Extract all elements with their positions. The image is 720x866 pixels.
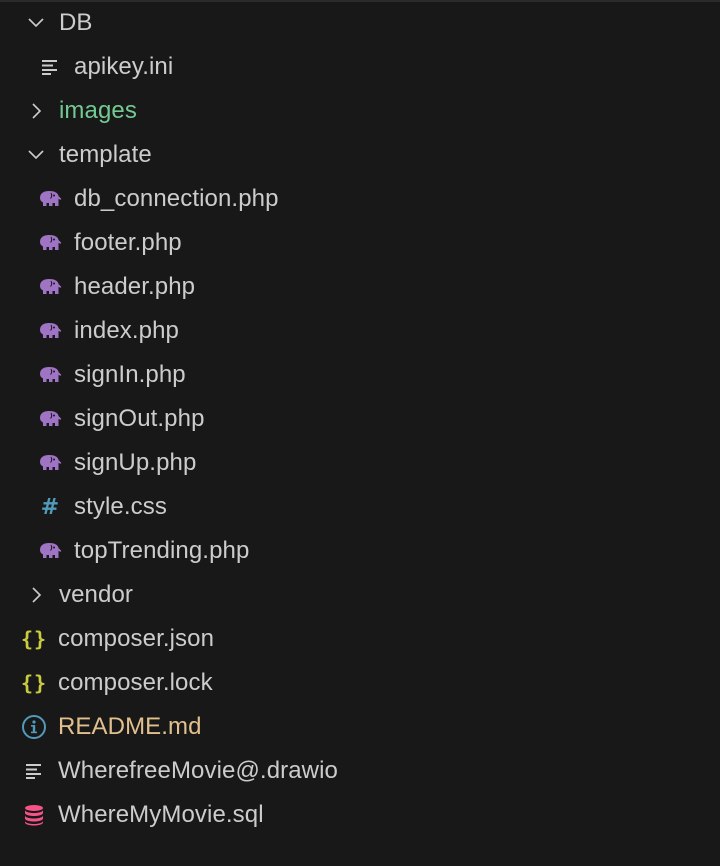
file-label: footer.php	[74, 229, 182, 256]
braces-icon: {}	[20, 671, 48, 695]
php-elephant-icon	[36, 273, 64, 301]
file-label: WhereMyMovie.sql	[58, 801, 264, 828]
folder-label: template	[59, 141, 152, 168]
file-signup-php[interactable]: signUp.php	[0, 441, 720, 485]
file-db-connection-php[interactable]: db_connection.php	[0, 177, 720, 221]
file-label: signUp.php	[74, 449, 197, 476]
file-label: composer.json	[58, 625, 215, 652]
php-elephant-icon	[36, 317, 64, 345]
file-signin-php[interactable]: signIn.php	[0, 353, 720, 397]
lines-icon	[36, 53, 64, 81]
file-style-css[interactable]: # style.css	[0, 485, 720, 529]
file-label: topTrending.php	[74, 537, 250, 564]
chevron-down-icon[interactable]	[24, 143, 48, 167]
chevron-right-icon[interactable]	[24, 99, 48, 123]
folder-images[interactable]: images	[0, 89, 720, 133]
file-sql[interactable]: WhereMyMovie.sql	[0, 793, 720, 837]
chevron-down-icon[interactable]	[24, 11, 48, 35]
folder-db[interactable]: DB	[0, 1, 720, 45]
file-label: README.md	[58, 713, 202, 740]
lines-icon	[20, 757, 48, 785]
database-icon	[20, 801, 48, 829]
folder-template[interactable]: template	[0, 133, 720, 177]
file-apikey-ini[interactable]: apikey.ini	[0, 45, 720, 89]
file-header-php[interactable]: header.php	[0, 265, 720, 309]
braces-icon: {}	[20, 627, 48, 651]
file-index-php[interactable]: index.php	[0, 309, 720, 353]
php-elephant-icon	[36, 361, 64, 389]
file-label: WherefreeMovie@.drawio	[58, 757, 338, 784]
file-label: apikey.ini	[74, 53, 174, 80]
info-icon	[20, 713, 48, 741]
file-label: db_connection.php	[74, 185, 279, 212]
file-signout-php[interactable]: signOut.php	[0, 397, 720, 441]
file-label: style.css	[74, 493, 167, 520]
php-elephant-icon	[36, 185, 64, 213]
folder-label: DB	[59, 9, 93, 36]
php-elephant-icon	[36, 449, 64, 477]
file-composer-json[interactable]: {} composer.json	[0, 617, 720, 661]
file-drawio[interactable]: WherefreeMovie@.drawio	[0, 749, 720, 793]
file-composer-lock[interactable]: {} composer.lock	[0, 661, 720, 705]
file-toptrending-php[interactable]: topTrending.php	[0, 529, 720, 573]
file-footer-php[interactable]: footer.php	[0, 221, 720, 265]
file-label: signIn.php	[74, 361, 186, 388]
file-label: index.php	[74, 317, 179, 344]
folder-label: images	[59, 97, 137, 124]
hash-icon: #	[40, 494, 60, 520]
folder-vendor[interactable]: vendor	[0, 573, 720, 617]
file-label: header.php	[74, 273, 196, 300]
file-explorer-tree: DB apikey.ini images template db_connect…	[0, 1, 720, 837]
file-label: composer.lock	[58, 669, 213, 696]
chevron-right-icon[interactable]	[24, 583, 48, 607]
php-elephant-icon	[36, 229, 64, 257]
folder-label: vendor	[59, 581, 133, 608]
file-readme-md[interactable]: README.md	[0, 705, 720, 749]
php-elephant-icon	[36, 537, 64, 565]
php-elephant-icon	[36, 405, 64, 433]
file-label: signOut.php	[74, 405, 205, 432]
